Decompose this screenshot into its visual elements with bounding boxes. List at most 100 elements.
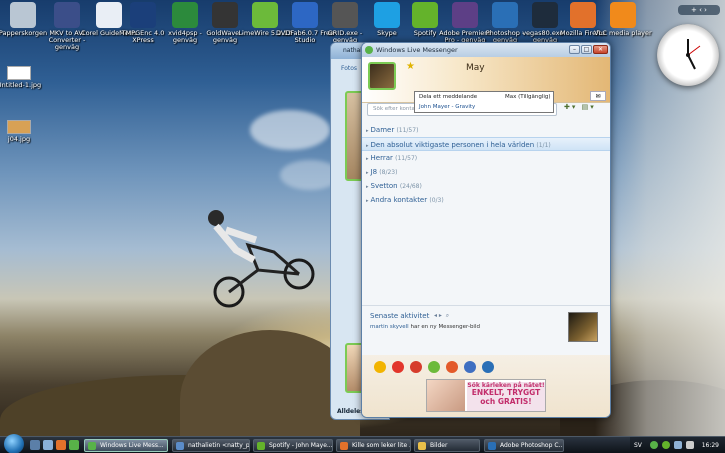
- clock-gadget: [657, 24, 719, 86]
- contact-group[interactable]: ▸ Svetton (24/68): [362, 179, 610, 193]
- minimize-button[interactable]: –: [569, 45, 580, 54]
- image-file-icon: [7, 66, 31, 80]
- bike-rider-icon: [208, 210, 315, 308]
- desktop-icon[interactable]: VLC media player: [594, 2, 652, 37]
- expand-arrow-icon[interactable]: ▸: [366, 156, 369, 162]
- advertisement-banner[interactable]: Sök kärleken på nätet! ENKELT, TRYGGT oc…: [426, 379, 546, 412]
- expand-arrow-icon[interactable]: ▸: [366, 184, 369, 190]
- app-icon: [488, 442, 496, 450]
- volume-icon[interactable]: [686, 441, 694, 449]
- group-count: (11/57): [395, 155, 418, 162]
- group-name: Den absolut viktigaste personen i hela v…: [370, 141, 535, 149]
- grid-icon: [332, 2, 358, 28]
- conversation-status: Alldeles: [337, 408, 364, 415]
- app-icon[interactable]: [464, 361, 476, 373]
- contact-group[interactable]: ▸ Damer (11/57): [362, 123, 610, 137]
- group-name: Svetton: [370, 182, 398, 190]
- firefox-icon[interactable]: [56, 440, 66, 450]
- messenger-titlebar[interactable]: Windows Live Messenger – □ ✕: [362, 43, 610, 57]
- taskbar-button[interactable]: Spotify - John Maye...: [253, 439, 333, 452]
- contact-group[interactable]: ▸ Andra kontakter (0/3): [362, 193, 610, 207]
- taskbar-button[interactable]: Windows Live Mess...: [84, 439, 168, 452]
- app-icon[interactable]: [392, 361, 404, 373]
- status-label: Max (Tillgänglig): [505, 94, 551, 100]
- desktop-icon[interactable]: Untitled-1.jpg: [0, 66, 48, 89]
- group-name: Herrar: [370, 154, 393, 162]
- tray-icon[interactable]: [662, 441, 670, 449]
- app-icon: [88, 442, 96, 450]
- taskbar-button[interactable]: Adobe Photoshop C...: [484, 439, 564, 452]
- group-count: (0/3): [429, 197, 444, 204]
- add-contact-icon[interactable]: ✚▾ ▤▾: [564, 103, 608, 116]
- limewire-icon: [252, 2, 278, 28]
- app-icon[interactable]: [482, 361, 494, 373]
- taskbar-button[interactable]: nathalietin <natty_p...: [172, 439, 250, 452]
- expand-arrow-icon[interactable]: ▸: [366, 170, 369, 176]
- app-icon: [257, 442, 265, 450]
- clock-time[interactable]: 16:29: [702, 437, 719, 453]
- app-icon[interactable]: [410, 361, 422, 373]
- contact-groups: ▸ Damer (11/57) ▸ Den absolut viktigaste pe…: [362, 123, 610, 207]
- mail-icon[interactable]: ✉: [590, 91, 606, 101]
- tmpgenc-icon: [130, 2, 156, 28]
- recent-activity: Senaste aktivitet ◂ ▸ ⌕ martin skyvell h…: [362, 305, 610, 355]
- tooltip: Dela ett meddelande Max (Tillgänglig) Jo…: [414, 91, 554, 113]
- recycle-bin-icon: [10, 2, 36, 28]
- desktop-icon[interactable]: j04.jpg: [0, 120, 48, 143]
- taskbar-button[interactable]: Bilder: [414, 439, 480, 452]
- taskbar-label: Adobe Photoshop C...: [500, 442, 564, 449]
- premiere-icon: [452, 2, 478, 28]
- music-label: John Mayer - Gravity: [419, 104, 476, 110]
- vlc-icon: [610, 2, 636, 28]
- share-message-label: Dela ett meddelande: [419, 94, 478, 100]
- taskbar-label: Bilder: [430, 442, 448, 449]
- contact-group[interactable]: ▸ Herrar (11/57): [362, 151, 610, 165]
- group-count: (8/23): [379, 169, 398, 176]
- maximize-button[interactable]: □: [581, 45, 592, 54]
- app-icon: [418, 442, 426, 450]
- app-icon[interactable]: [446, 361, 458, 373]
- firefox-icon: [570, 2, 596, 28]
- taskbar-button[interactable]: Kille som leker lite ...: [336, 439, 411, 452]
- expand-arrow-icon[interactable]: ▸: [366, 143, 369, 149]
- spotify-icon: [412, 2, 438, 28]
- language-indicator[interactable]: SV: [634, 437, 642, 453]
- taskbar: Windows Live Mess... nathalietin <natty_p…: [0, 434, 725, 453]
- image-file-icon: [7, 120, 31, 134]
- switch-windows-icon[interactable]: [43, 440, 53, 450]
- tray-icon[interactable]: [650, 441, 658, 449]
- expand-arrow-icon[interactable]: ▸: [366, 128, 369, 134]
- avatar[interactable]: [368, 62, 396, 90]
- close-button[interactable]: ✕: [593, 45, 608, 54]
- activity-contact[interactable]: martin skyvell: [370, 324, 409, 330]
- group-count: (1/1): [536, 142, 551, 149]
- taskbar-label: Spotify - John Maye...: [269, 442, 333, 449]
- ad-text: Sök kärleken på nätet! ENKELT, TRYGGT oc…: [467, 382, 545, 411]
- network-icon[interactable]: [674, 441, 682, 449]
- pager-icon[interactable]: ◂ ▸ ⌕: [434, 312, 449, 320]
- group-name: J8: [370, 168, 378, 176]
- recent-activity-title: Senaste aktivitet: [370, 312, 430, 320]
- profile-header: ★ May Dela ett meddelande Max (Tillgängl…: [362, 57, 610, 113]
- messenger-icon[interactable]: [69, 440, 79, 450]
- star-icon[interactable]: ★: [406, 61, 415, 72]
- start-button[interactable]: [4, 434, 24, 453]
- mkv-icon: [54, 2, 80, 28]
- group-count: (24/68): [399, 183, 422, 190]
- show-desktop-icon[interactable]: [30, 440, 40, 450]
- ad-line3: och GRATIS!: [480, 396, 532, 406]
- expand-arrow-icon[interactable]: ▸: [366, 198, 369, 204]
- activity-thumbnail[interactable]: [568, 312, 598, 342]
- clock-face-icon: [686, 39, 701, 70]
- app-icon[interactable]: [428, 361, 440, 373]
- activity-line: martin skyvell har en ny Messenger-bild: [370, 324, 480, 330]
- gadget-toolbar[interactable]: + ‹ ›: [678, 5, 720, 15]
- contact-group[interactable]: ▸ Den absolut viktigaste personen i hela …: [362, 137, 610, 151]
- contact-group[interactable]: ▸ J8 (8/23): [362, 165, 610, 179]
- xvid-icon: [172, 2, 198, 28]
- display-name[interactable]: May: [466, 63, 485, 73]
- messenger-window[interactable]: Windows Live Messenger – □ ✕ ★ May Dela …: [361, 42, 611, 418]
- app-icon[interactable]: [374, 361, 386, 373]
- dvdfab-icon: [292, 2, 318, 28]
- app-icon: [176, 442, 184, 450]
